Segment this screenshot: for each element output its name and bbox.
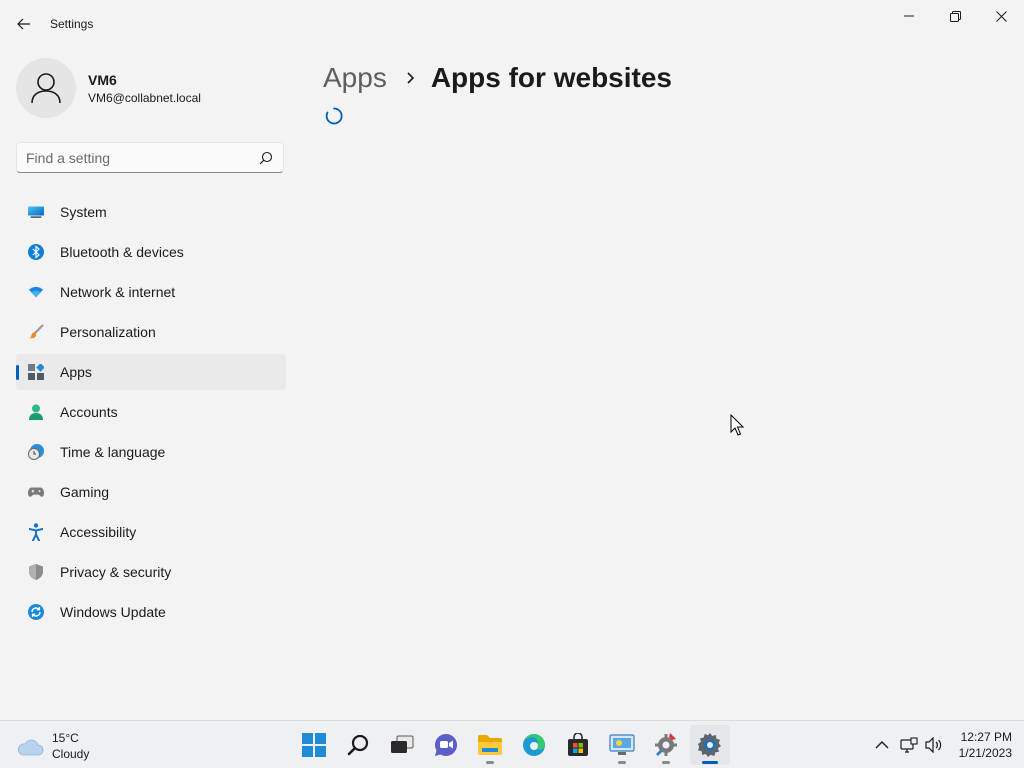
cloud-icon: [18, 739, 44, 756]
speaker-icon: [925, 737, 942, 753]
window-title: Settings: [50, 17, 94, 31]
clock-globe-icon: [28, 444, 44, 460]
task-view-button[interactable]: [382, 725, 422, 765]
gamepad-icon: [28, 484, 44, 500]
search-input[interactable]: Find a setting: [26, 150, 110, 166]
folder-icon: [478, 735, 502, 755]
back-button[interactable]: [10, 12, 38, 36]
settings-button[interactable]: [690, 725, 730, 765]
sidebar-item-label: Accessibility: [60, 524, 137, 540]
weather-temperature: 15°C: [52, 731, 79, 745]
user-email: VM6@collabnet.local: [88, 91, 201, 105]
task-view-icon: [391, 735, 414, 753]
clock-time: 12:27 PM: [960, 730, 1012, 744]
shield-icon: [28, 564, 44, 580]
avatar: [16, 58, 76, 118]
sidebar-item-label: Windows Update: [60, 604, 166, 620]
user-icon: [31, 73, 61, 104]
title-bar: Settings: [0, 0, 1024, 48]
restore-icon: [949, 10, 961, 22]
user-profile[interactable]: VM6 VM6@collabnet.local: [16, 58, 286, 118]
gear-icon: [698, 733, 721, 757]
search-box[interactable]: Find a setting: [16, 142, 284, 173]
close-icon: [995, 10, 1007, 22]
chat-button[interactable]: [426, 725, 466, 765]
sidebar-item-accessibility[interactable]: Accessibility: [16, 514, 286, 550]
wifi-icon: [28, 284, 44, 300]
taskbar-search-button[interactable]: [338, 725, 378, 765]
search-icon[interactable]: [259, 151, 273, 165]
remote-desktop-icon: [609, 734, 635, 755]
taskbar: 15°C Cloudy 12:27 PM 1/21/2023: [0, 720, 1024, 768]
search-icon: [347, 734, 369, 756]
sidebar-item-label: System: [60, 204, 107, 220]
file-explorer-button[interactable]: [470, 725, 510, 765]
sidebar-item-gaming[interactable]: Gaming: [16, 474, 286, 510]
store-button[interactable]: [558, 725, 598, 765]
taskbar-clock[interactable]: 12:27 PM 1/21/2023: [944, 729, 1012, 761]
breadcrumb: Apps Apps for websites: [323, 58, 672, 98]
sidebar-item-apps[interactable]: Apps: [16, 354, 286, 390]
network-monitor-icon: [900, 737, 918, 753]
sidebar-nav: System Bluetooth & devices Network & int…: [16, 194, 286, 634]
breadcrumb-parent-link[interactable]: Apps: [323, 62, 387, 94]
chevron-right-icon: [407, 72, 414, 84]
brush-icon: [28, 324, 44, 340]
tools-app-icon: [655, 733, 677, 756]
minimize-icon: [904, 15, 914, 17]
running-indicator: [486, 761, 494, 764]
edge-browser-icon: [523, 734, 545, 756]
mouse-cursor-icon: [730, 414, 744, 436]
chevron-up-icon: [875, 741, 889, 749]
windows-logo-icon: [302, 733, 326, 757]
sidebar-item-network[interactable]: Network & internet: [16, 274, 286, 310]
sidebar-item-system[interactable]: System: [16, 194, 286, 230]
restore-button[interactable]: [932, 0, 978, 32]
back-arrow-icon: [17, 18, 30, 30]
running-indicator: [662, 761, 670, 764]
weather-condition: Cloudy: [52, 747, 90, 761]
system-icon: [28, 204, 44, 220]
sidebar-item-label: Bluetooth & devices: [60, 244, 184, 260]
person-icon: [28, 404, 44, 420]
sidebar-item-time-language[interactable]: Time & language: [16, 434, 286, 470]
sidebar-item-windows-update[interactable]: Windows Update: [16, 594, 286, 630]
sidebar-item-label: Personalization: [60, 324, 156, 340]
weather-widget[interactable]: 15°C Cloudy: [16, 727, 116, 763]
clock-date: 1/21/2023: [958, 746, 1012, 760]
sidebar-item-label: Time & language: [60, 444, 166, 460]
close-button[interactable]: [978, 0, 1024, 32]
user-name: VM6: [88, 72, 117, 88]
page-title: Apps for websites: [430, 62, 672, 93]
sidebar-item-privacy[interactable]: Privacy & security: [16, 554, 286, 590]
apps-icon: [28, 364, 44, 380]
sidebar-item-label: Network & internet: [60, 284, 176, 300]
active-app-indicator: [702, 761, 718, 764]
chat-icon: [435, 733, 458, 756]
update-icon: [28, 604, 44, 620]
sidebar-item-label: Accounts: [60, 404, 118, 420]
minimize-button[interactable]: [886, 0, 932, 32]
remote-desktop-button[interactable]: [602, 725, 642, 765]
accessibility-icon: [28, 523, 44, 541]
show-hidden-icons-button[interactable]: [872, 735, 892, 755]
sidebar-item-label: Privacy & security: [60, 564, 172, 580]
loading-spinner-icon: [325, 107, 343, 125]
bluetooth-icon: [28, 244, 44, 260]
start-button[interactable]: [294, 725, 334, 765]
sidebar-item-bluetooth[interactable]: Bluetooth & devices: [16, 234, 286, 270]
active-indicator: [16, 365, 19, 380]
edge-button[interactable]: [514, 725, 554, 765]
network-status-button[interactable]: [899, 735, 919, 755]
sidebar-item-label: Apps: [60, 364, 92, 380]
sidebar-item-personalization[interactable]: Personalization: [16, 314, 286, 350]
tools-app-button[interactable]: [646, 725, 686, 765]
volume-button[interactable]: [924, 735, 944, 755]
sidebar-item-accounts[interactable]: Accounts: [16, 394, 286, 430]
running-indicator: [618, 761, 626, 764]
sidebar-item-label: Gaming: [60, 484, 110, 500]
store-bag-icon: [568, 733, 588, 756]
